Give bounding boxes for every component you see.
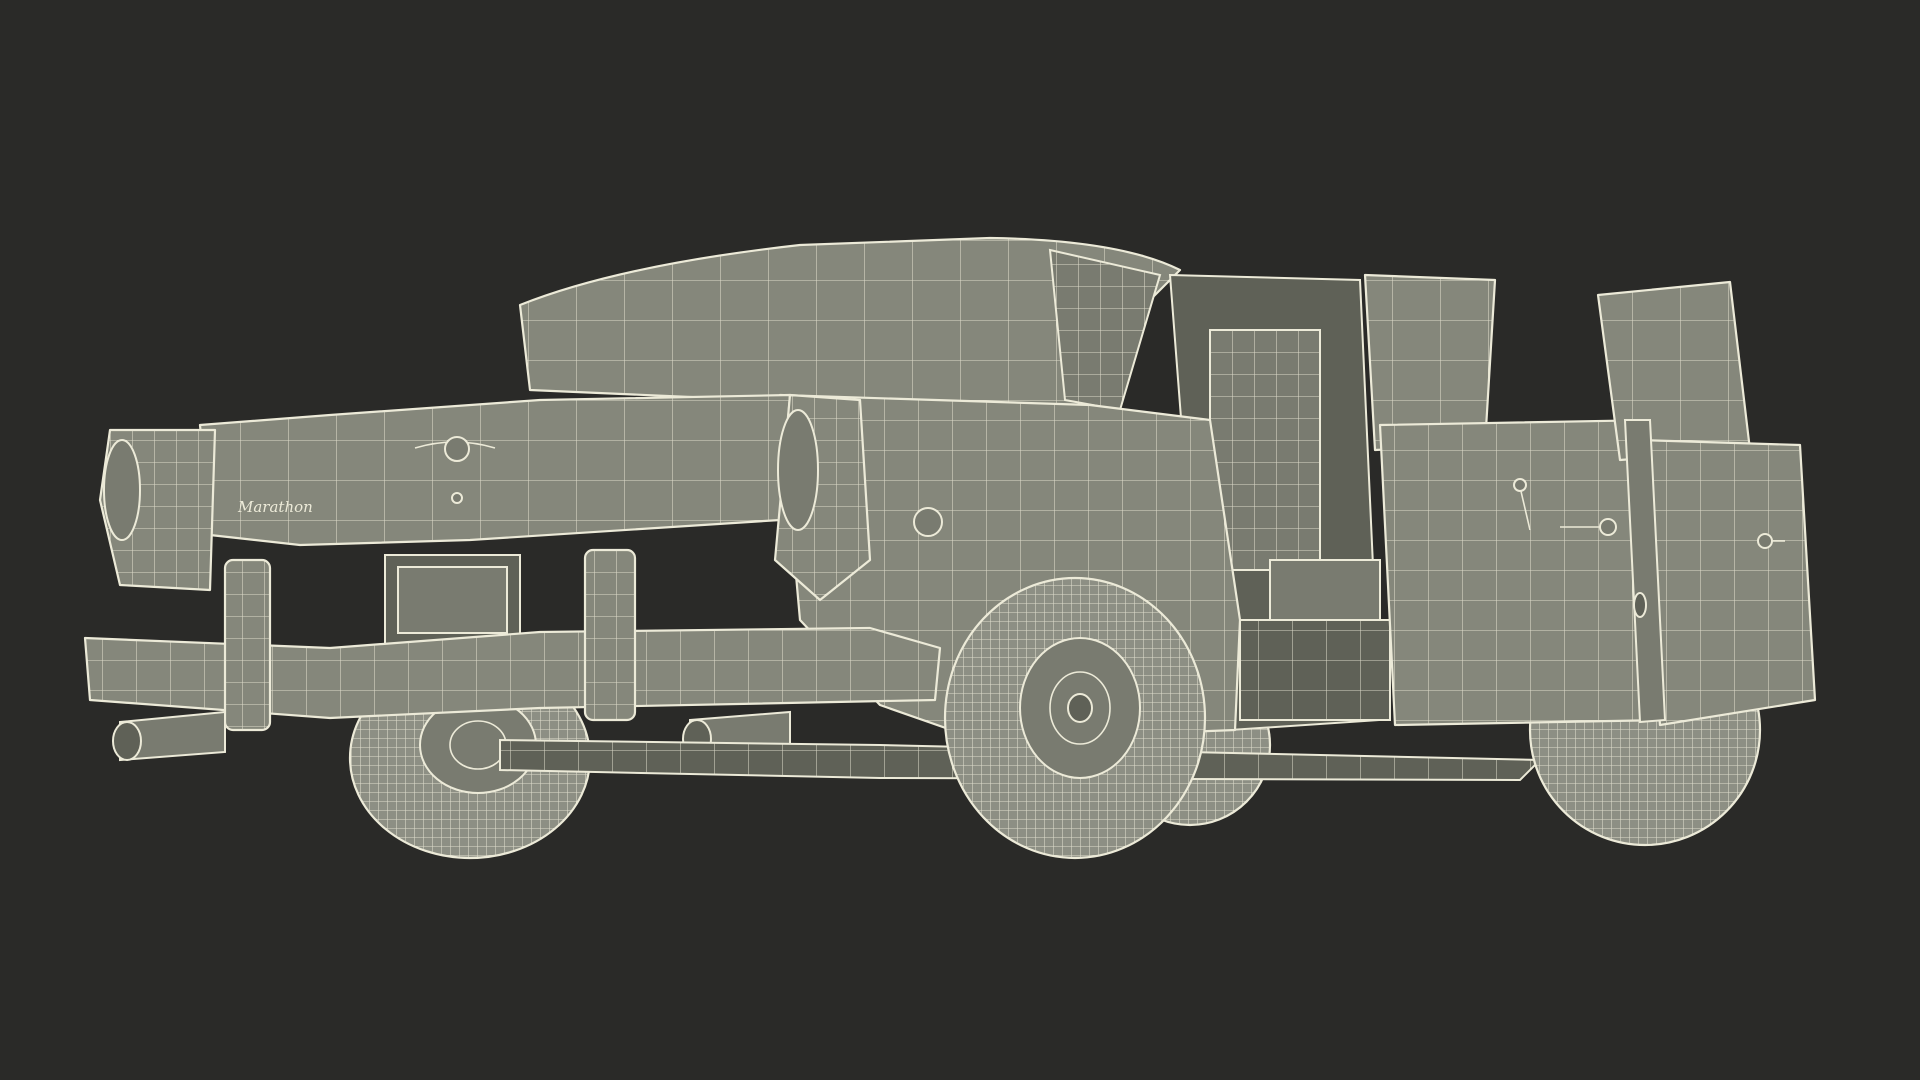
rear-bumper (83, 626, 942, 720)
rear-right-wheel (943, 576, 1207, 860)
trunk-lid: Marathon (198, 393, 792, 547)
license-plate (384, 554, 521, 646)
right-tail-fin (773, 393, 872, 602)
fuel-cap (913, 507, 943, 537)
exhaust-pipe-left (112, 710, 226, 762)
rear-window-frame (1048, 248, 1162, 412)
trunk-badge: Marathon (237, 498, 313, 516)
bumper-guard-right (583, 548, 637, 722)
wireframe-car-render: Marathon (83, 236, 1817, 860)
render-viewport: Marathon (0, 0, 1920, 1080)
left-tail-fin (98, 428, 217, 592)
bumper-guard-left (223, 558, 272, 732)
